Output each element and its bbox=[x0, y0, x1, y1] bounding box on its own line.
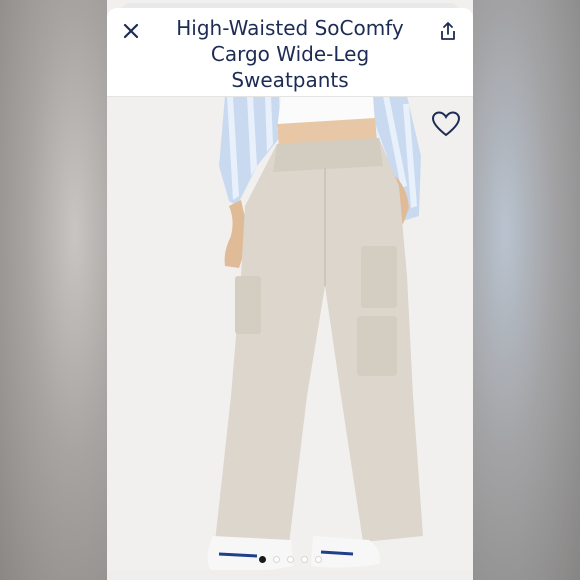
product-photo[interactable] bbox=[107, 96, 473, 580]
carousel-dot[interactable] bbox=[300, 555, 308, 563]
product-screen: High-Waisted SoComfy Cargo Wide-Leg Swea… bbox=[107, 0, 473, 580]
close-button[interactable] bbox=[120, 20, 142, 42]
blurred-background-right bbox=[473, 0, 580, 580]
heart-outline-icon[interactable] bbox=[431, 110, 461, 138]
close-icon bbox=[123, 23, 139, 39]
share-button[interactable] bbox=[437, 20, 459, 42]
carousel-dot[interactable] bbox=[286, 555, 294, 563]
carousel-dot[interactable] bbox=[272, 555, 280, 563]
carousel-dot[interactable] bbox=[314, 555, 322, 563]
product-header: High-Waisted SoComfy Cargo Wide-Leg Swea… bbox=[107, 8, 473, 96]
carousel-pagination bbox=[107, 553, 473, 565]
carousel-dot[interactable] bbox=[258, 555, 266, 563]
share-icon bbox=[441, 22, 455, 40]
product-title: High-Waisted SoComfy Cargo Wide-Leg Swea… bbox=[176, 16, 404, 92]
blurred-background-left bbox=[0, 0, 107, 580]
